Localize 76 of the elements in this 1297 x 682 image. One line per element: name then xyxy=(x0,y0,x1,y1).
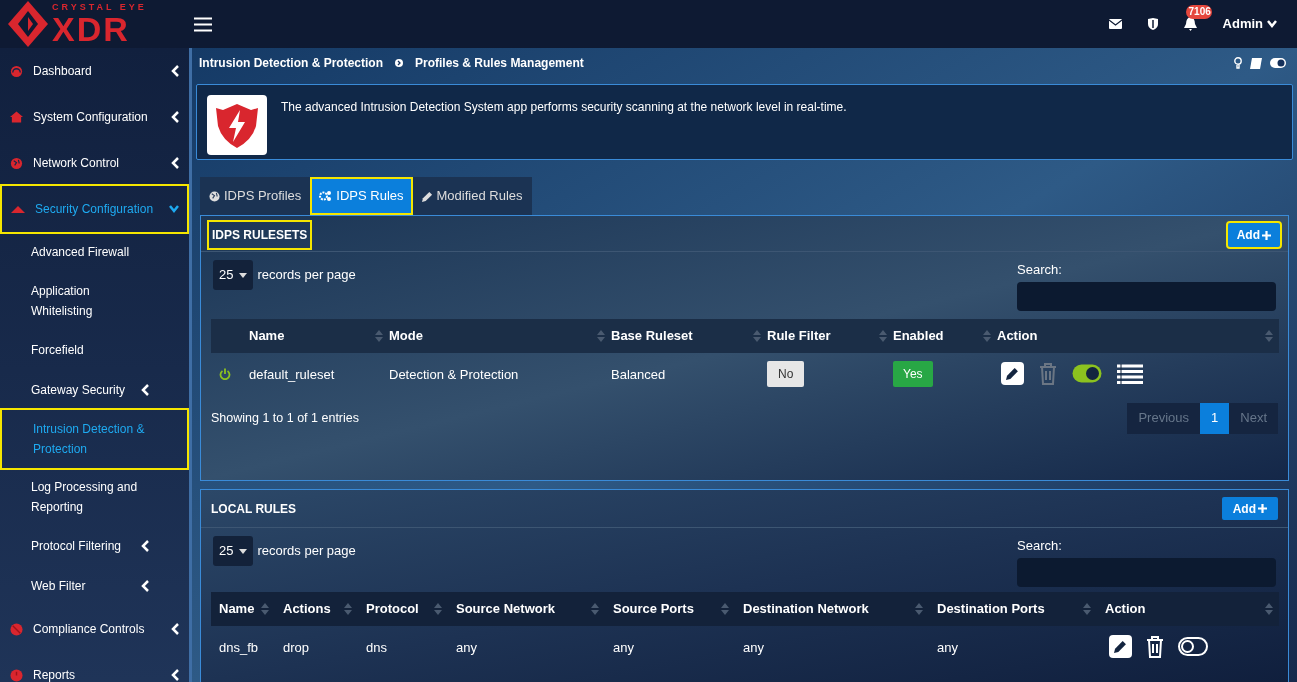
page-size-select[interactable]: 25 xyxy=(213,536,254,566)
user-menu[interactable]: Admin xyxy=(1222,14,1277,34)
column-header[interactable]: Enabled xyxy=(893,325,944,346)
table-cell: Detection & Protection xyxy=(389,366,519,382)
sidebar-label: Web Filter xyxy=(31,578,87,595)
search-label: Search: xyxy=(1017,537,1063,555)
page-size-select[interactable]: 25 xyxy=(213,260,254,290)
panel-title: LOCAL RULES xyxy=(211,500,297,518)
sidebar-subitem[interactable]: Gateway Security xyxy=(0,370,189,410)
column-header[interactable]: Name xyxy=(219,598,255,619)
logo-title: XDR xyxy=(52,11,130,46)
sidebar-subitem[interactable]: Protocol Filtering xyxy=(0,526,189,566)
tab[interactable]: Modified Rules xyxy=(412,177,532,215)
sidebar-subitem[interactable]: Forcefield xyxy=(0,330,189,370)
search-label: Search: xyxy=(1017,261,1063,279)
column-header[interactable]: Protocol xyxy=(366,598,419,619)
table-cell: dns xyxy=(366,639,387,655)
table-cell: drop xyxy=(283,639,310,655)
page-button[interactable]: 1 xyxy=(1200,402,1230,434)
column-header[interactable]: Source Ports xyxy=(613,598,694,619)
sidebar-label: Protocol Filtering xyxy=(31,538,123,555)
sidebar-label: Log Processing and Reporting xyxy=(31,479,139,516)
tab[interactable]: IDPS Rules xyxy=(310,177,413,215)
column-header[interactable]: Mode xyxy=(389,325,423,346)
sidebar-label: Gateway Security xyxy=(31,382,127,399)
sidebar-item[interactable]: System Configuration xyxy=(0,94,189,140)
add-button[interactable]: Add xyxy=(1227,223,1280,247)
table-cell: any xyxy=(456,639,477,655)
sidebar-subitem[interactable]: Log Processing and Reporting xyxy=(0,468,189,526)
info-text: The advanced Intrusion Detection System app performs security scanning at the network level in real-time. xyxy=(281,99,847,116)
sidebar-label: Intrusion Detection & Protection xyxy=(33,421,146,458)
column-header[interactable]: Source Network xyxy=(456,598,555,619)
sidebar-subitem[interactable]: Web Filter xyxy=(0,566,189,606)
breadcrumb-item: Profiles & Rules Management xyxy=(415,55,584,72)
column-header[interactable]: Destination Ports xyxy=(937,598,1045,619)
sidebar-label: Application Whitelisting xyxy=(31,283,94,320)
logo-subtitle: CRYSTAL EYE xyxy=(52,2,147,12)
sidebar-label: Reports xyxy=(33,667,77,682)
table-cell: dns_fb xyxy=(219,639,259,655)
notification-count: 7106 xyxy=(1185,5,1212,19)
rule-filter-badge: No xyxy=(767,360,805,387)
sidebar-label: Security Configuration xyxy=(35,201,155,218)
page-size-label: records per page xyxy=(257,266,356,285)
table-cell: Balanced xyxy=(611,366,666,382)
sidebar-item[interactable]: Network Control xyxy=(0,140,189,186)
add-button[interactable]: Add xyxy=(1221,497,1278,520)
table-cell: any xyxy=(613,639,634,655)
column-header[interactable]: Action xyxy=(997,325,1038,346)
table-info: Showing 1 to 1 of 1 entries xyxy=(211,409,359,427)
sidebar-item[interactable]: Dashboard xyxy=(0,48,189,94)
column-header[interactable]: Actions xyxy=(283,598,331,619)
tab[interactable]: IDPS Profiles xyxy=(200,177,311,215)
page-size-label: records per page xyxy=(257,542,356,561)
sidebar-subitem[interactable]: Application Whitelisting xyxy=(0,272,189,330)
sidebar-label: Compliance Controls xyxy=(33,621,146,638)
enabled-badge: Yes xyxy=(893,360,933,387)
sidebar-label: Network Control xyxy=(33,155,121,172)
sidebar-item[interactable]: Reports xyxy=(0,652,189,682)
sidebar-subitem[interactable]: Advanced Firewall xyxy=(0,232,189,272)
table-cell: any xyxy=(743,639,764,655)
breadcrumb-item[interactable]: Intrusion Detection & Protection xyxy=(199,54,383,72)
sidebar-label: Dashboard xyxy=(33,63,93,80)
table-cell: default_ruleset xyxy=(249,366,335,382)
column-header[interactable]: Action xyxy=(1105,598,1146,619)
table-cell: any xyxy=(937,639,958,655)
sidebar-item[interactable]: Security Configuration xyxy=(2,186,187,232)
sidebar-label: Advanced Firewall xyxy=(31,244,131,261)
panel-title: IDPS RULESETS xyxy=(209,222,311,248)
sidebar-label: System Configuration xyxy=(33,109,149,126)
column-header[interactable]: Name xyxy=(249,325,285,346)
column-header[interactable]: Base Ruleset xyxy=(611,325,693,346)
sidebar-item[interactable]: Compliance Controls xyxy=(0,606,189,652)
sidebar-subitem[interactable]: Intrusion Detection & Protection xyxy=(2,410,187,468)
column-header[interactable]: Rule Filter xyxy=(767,325,831,346)
sidebar-label: Forcefield xyxy=(31,342,85,359)
column-header[interactable]: Destination Network xyxy=(743,598,869,619)
